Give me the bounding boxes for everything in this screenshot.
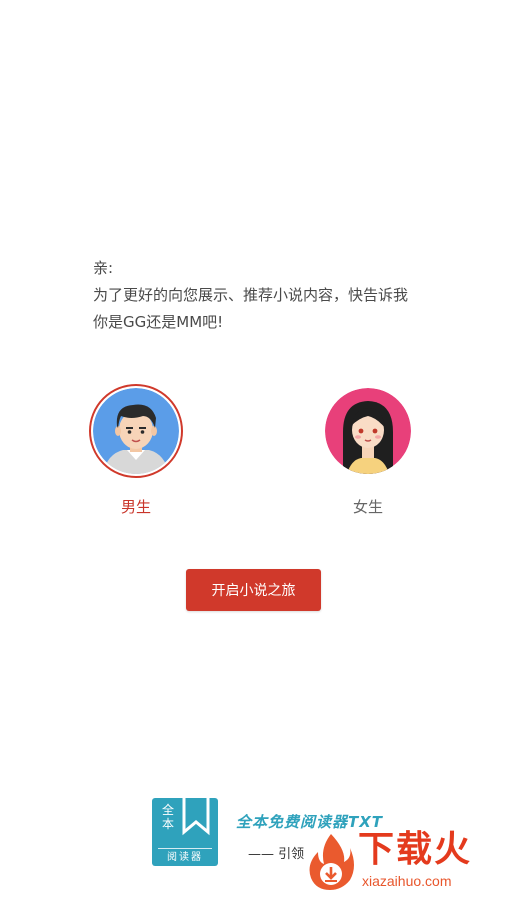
greeting-line-2: 为了更好的向您展示、推荐小说内容，快告诉我 <box>93 286 409 304</box>
fire-icon <box>309 834 354 890</box>
gender-option-female[interactable]: 女生 <box>313 384 423 517</box>
watermark-title: 下载火 <box>358 829 473 870</box>
bookmark-icon <box>182 798 210 836</box>
greeting-line-1: 亲: <box>93 259 114 277</box>
brand-slogan: —— 引领 <box>248 847 305 862</box>
greeting-text: 亲: 为了更好的向您展示、推荐小说内容，快告诉我 你是GG还是MM吧! <box>93 255 433 336</box>
app-logo: 全本 阅读器 <box>152 798 218 866</box>
watermark: 下载火 xiazaihuo.com <box>302 828 506 900</box>
female-avatar-icon <box>325 388 411 474</box>
female-label: 女生 <box>352 498 383 516</box>
male-avatar-icon <box>93 388 179 474</box>
logo-subtitle: 阅读器 <box>167 852 203 863</box>
male-avatar[interactable] <box>89 384 183 478</box>
start-reading-button[interactable]: 开启小说之旅 <box>186 569 321 611</box>
greeting-line-3: 你是GG还是MM吧! <box>93 313 224 331</box>
gender-option-male[interactable]: 男生 <box>81 384 191 517</box>
watermark-url: xiazaihuo.com <box>362 873 452 889</box>
male-label: 男生 <box>120 498 151 516</box>
logo-top-text: 全本 <box>161 803 174 831</box>
gender-selection-screen: 亲: 为了更好的向您展示、推荐小说内容，快告诉我 你是GG还是MM吧! 男生 女… <box>0 0 506 900</box>
female-avatar[interactable] <box>321 384 415 478</box>
